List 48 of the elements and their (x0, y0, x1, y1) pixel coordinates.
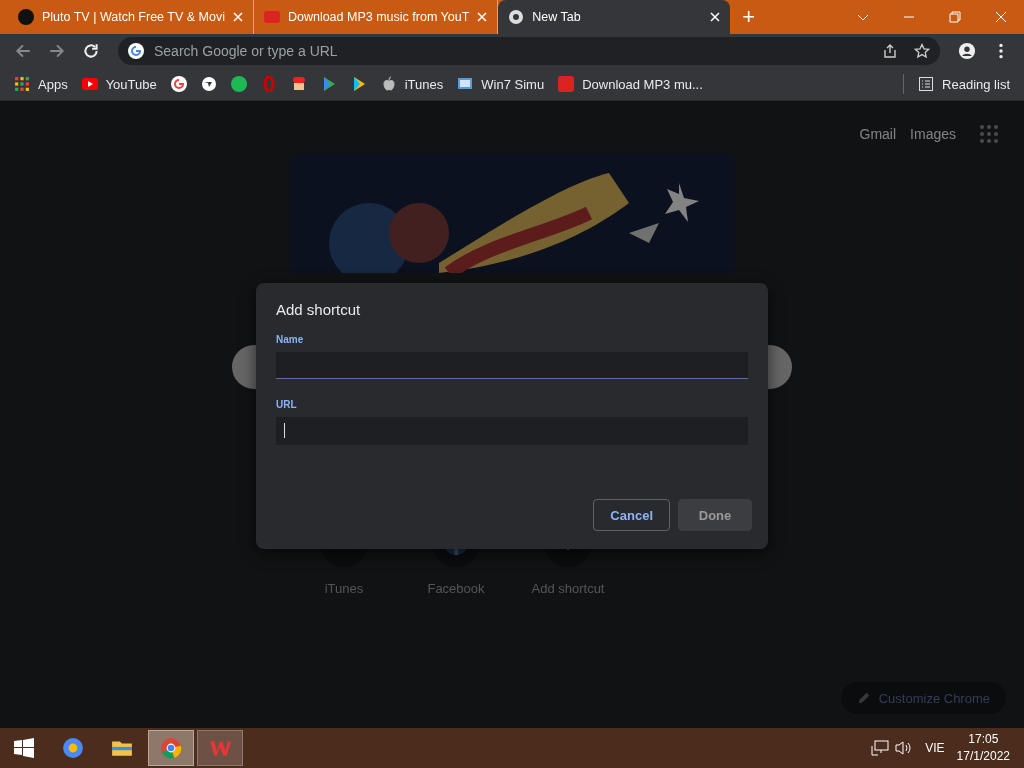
share-icon[interactable] (882, 43, 898, 59)
address-bar[interactable]: Search Google or type a URL (118, 37, 940, 65)
tab-title: Pluto TV | Watch Free TV & Movi (42, 10, 225, 24)
new-tab-button[interactable]: + (730, 0, 768, 34)
google-logo-icon[interactable] (170, 76, 187, 92)
bookmark[interactable]: Download MP3 mu... (558, 76, 703, 92)
restore-icon[interactable] (949, 11, 961, 23)
shortcut-label: iTunes (324, 581, 364, 596)
bookmark-label: Apps (38, 76, 68, 92)
bookmark-label: Win7 Simu (481, 76, 545, 92)
bookmark[interactable]: YouTube (81, 76, 157, 92)
dialog-title: Add shortcut (276, 301, 362, 318)
reading-list-button[interactable]: Reading list (918, 76, 1010, 92)
network-icon[interactable] (871, 740, 890, 756)
apps-grid-icon (14, 76, 30, 92)
dialog-button[interactable]: Cancel (593, 499, 670, 531)
speaker-icon[interactable] (895, 740, 914, 756)
shortcut-label: Add shortcut (531, 581, 605, 596)
play-logo-icon (81, 76, 98, 92)
apple-logo-icon (380, 76, 397, 92)
bookmark[interactable]: Win7 Simu (457, 76, 545, 92)
tab-title: Download MP3 music from YouT (287, 10, 470, 24)
close-icon[interactable] (710, 12, 721, 22)
field-label: Name (276, 334, 305, 345)
header-link[interactable]: Images (910, 126, 956, 142)
header-link[interactable]: Gmail (859, 126, 897, 142)
chrome-logo-icon (508, 9, 525, 25)
shortcut-label: Facebook (427, 581, 485, 596)
input-field[interactable] (276, 417, 748, 444)
browser-tab[interactable]: New Tab (498, 0, 731, 34)
bookmark-label: iTunes (404, 76, 444, 92)
circle-logo-icon[interactable] (230, 76, 247, 92)
clock[interactable]: 17:05 17/1/2022 (956, 731, 1010, 765)
windows-start-icon[interactable] (14, 738, 34, 758)
windows-window-icon (457, 76, 474, 92)
pencil-icon (856, 691, 871, 705)
bookmark[interactable]: iTunes (380, 76, 444, 92)
bookmark-label: Download MP3 mu... (582, 76, 703, 92)
bookmark[interactable]: Apps (14, 76, 68, 92)
language-indicator[interactable]: VIE (925, 741, 945, 755)
field-label: URL (276, 399, 298, 410)
star-icon[interactable] (914, 43, 930, 59)
google-logo-icon (128, 43, 144, 59)
tab-title: New Tab (532, 10, 582, 24)
input-field[interactable] (276, 352, 748, 379)
bookmark-label: YouTube (105, 76, 157, 92)
reading-list-label: Reading list (942, 76, 1010, 92)
list-icon (918, 76, 935, 92)
